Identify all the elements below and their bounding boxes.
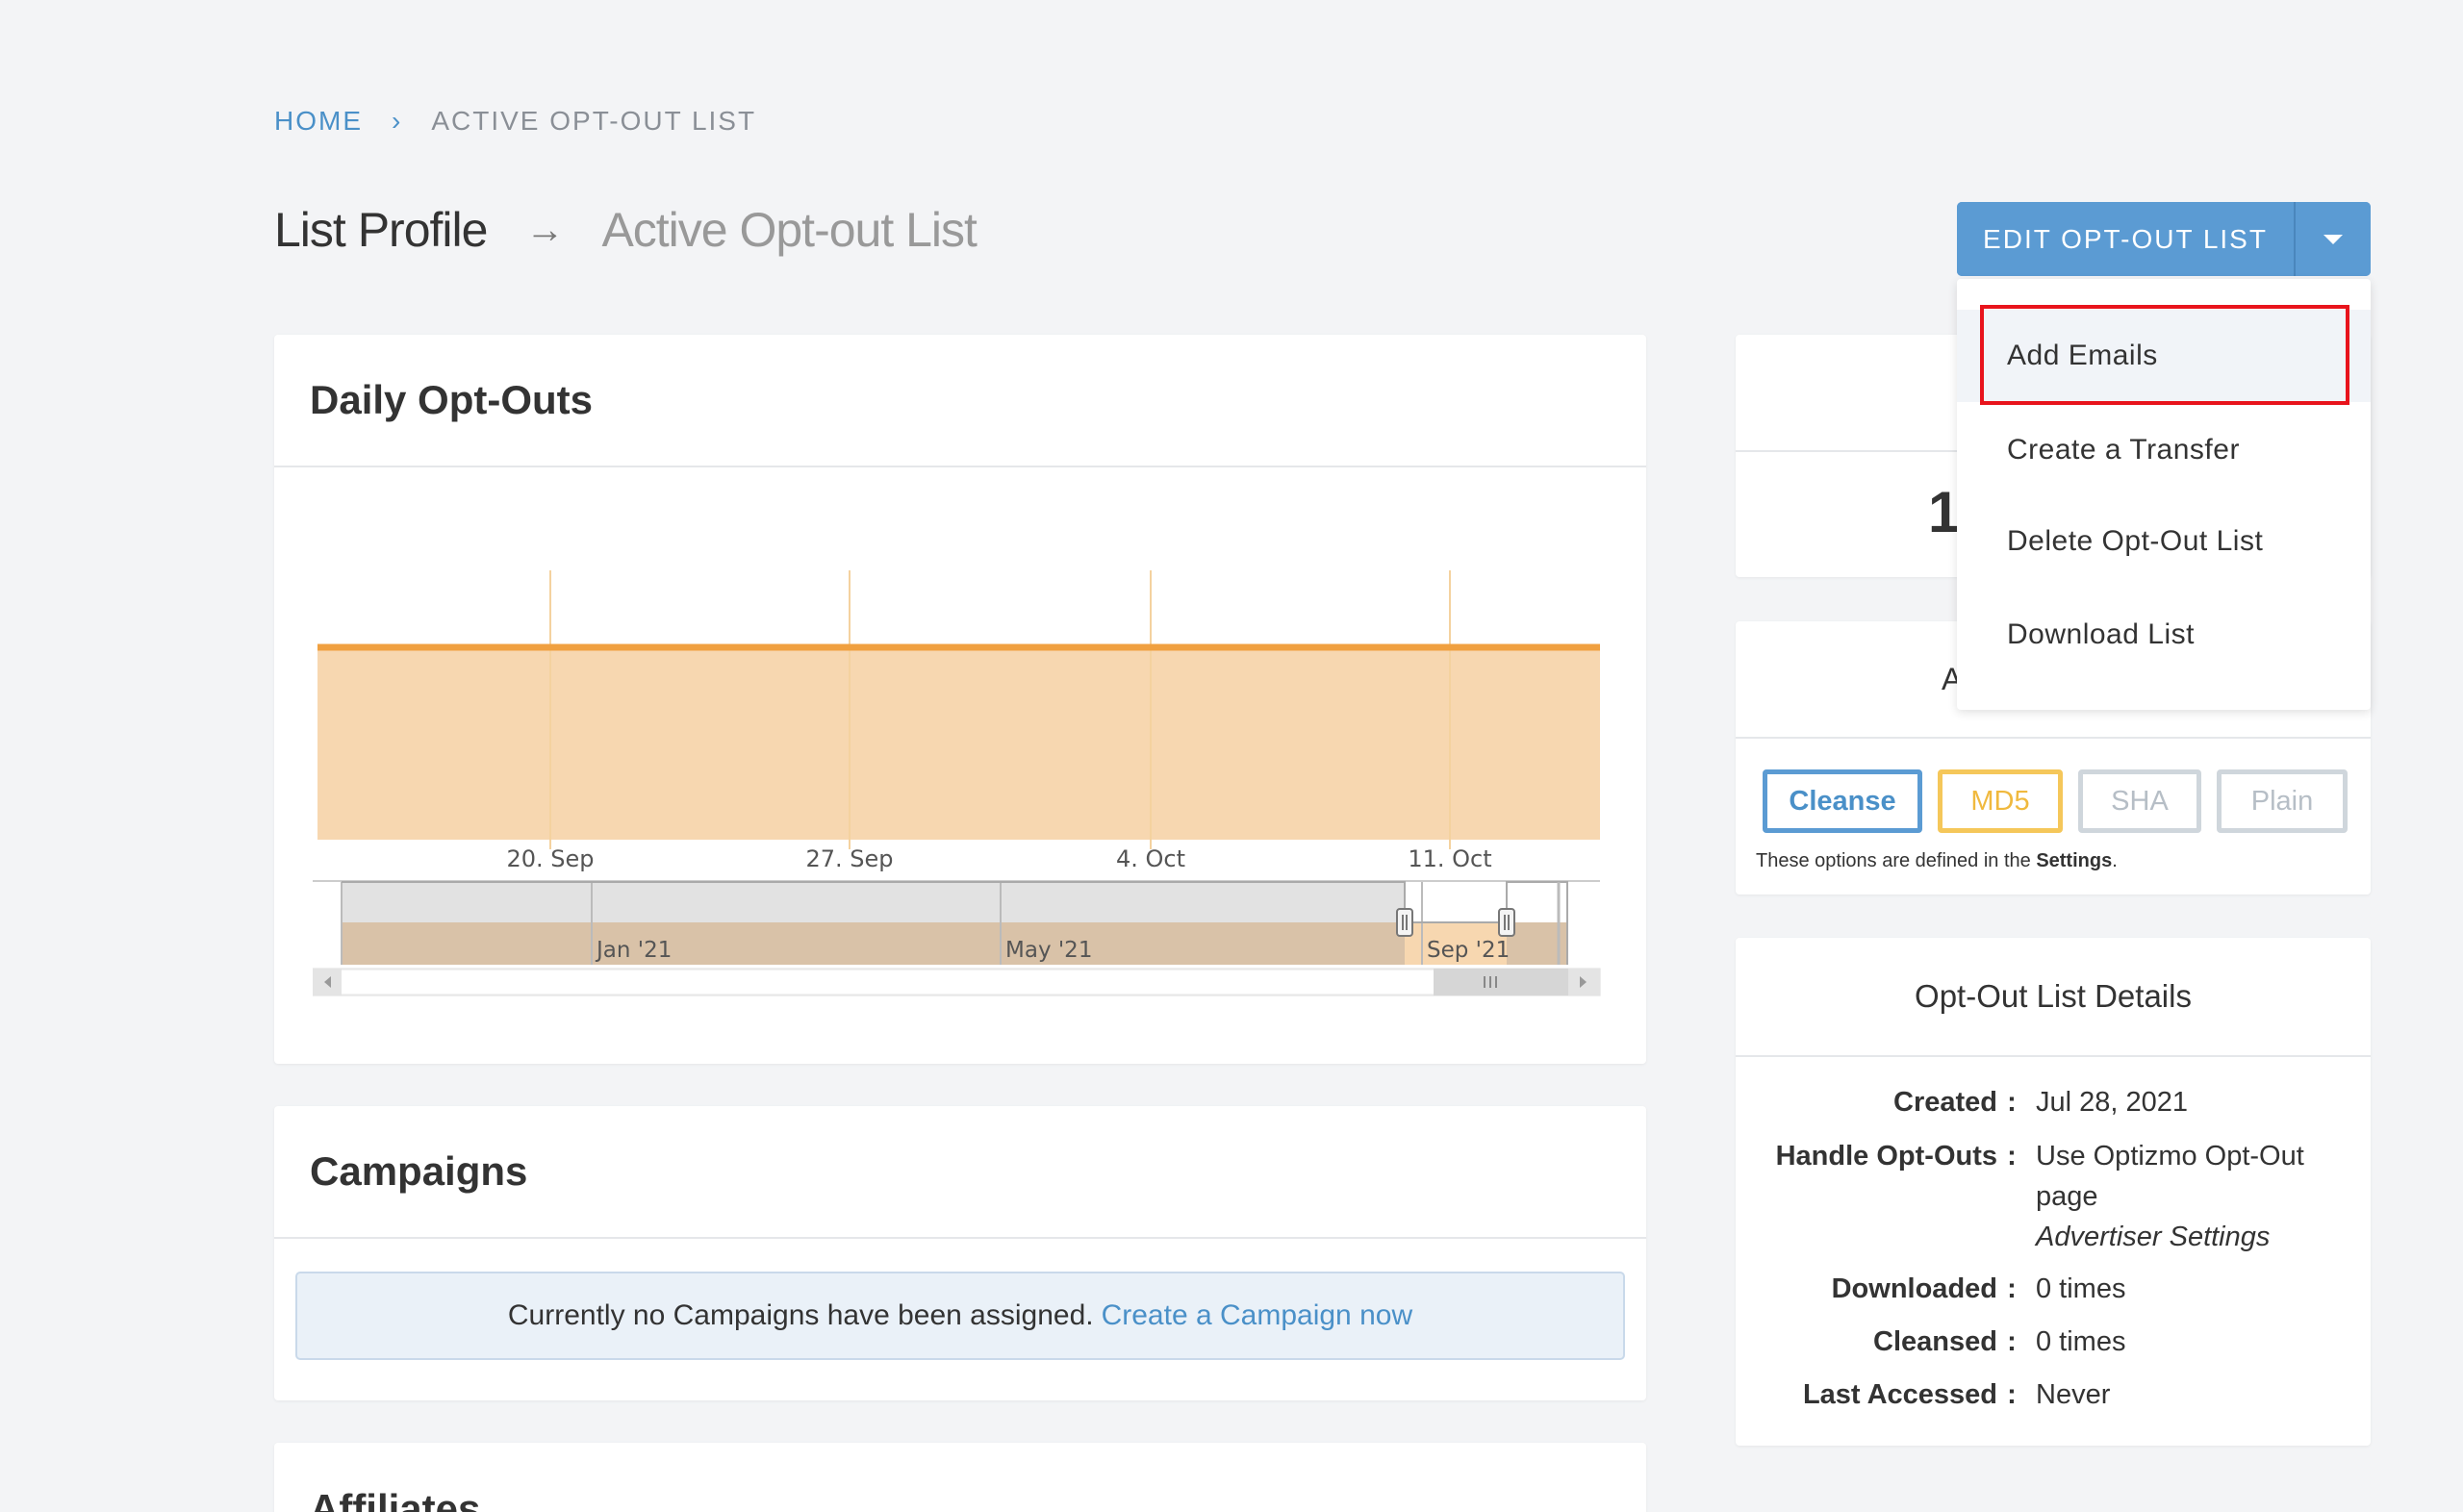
details-title: Opt-Out List Details xyxy=(1736,938,2371,1057)
menu-item-download-list[interactable]: Download List xyxy=(1957,589,2371,681)
edit-optout-list-button[interactable]: EDIT OPT-OUT LIST xyxy=(1957,202,2294,276)
menu-item-create-transfer[interactable]: Create a Transfer xyxy=(1957,404,2371,496)
handle-value-line2: page xyxy=(2036,1181,2098,1212)
navigator-right-handle[interactable] xyxy=(1498,908,1515,937)
breadcrumb-home[interactable]: HOME xyxy=(274,106,363,137)
settings-note: These options are defined in the Setting… xyxy=(1756,850,2118,872)
navigator-left-handle[interactable] xyxy=(1396,908,1413,937)
details-card: Opt-Out List Details Created : Jul 28, 2… xyxy=(1736,938,2371,1446)
affiliates-title: Affiliates xyxy=(310,1486,481,1512)
detail-value: Jul 28, 2021 xyxy=(2036,1087,2189,1118)
detail-row-handle: Handle Opt-Outs : Use Optizmo Opt-Out pa… xyxy=(1736,1136,2371,1257)
handle-value-line3: Advertiser Settings xyxy=(2036,1222,2271,1252)
caret-down-icon xyxy=(2323,234,2343,244)
x-tick-label: 11. Oct xyxy=(1408,845,1491,872)
navigator-label: May '21 xyxy=(1005,938,1092,963)
campaigns-title: Campaigns xyxy=(274,1106,1646,1239)
detail-label: Last Accessed xyxy=(1802,1379,1997,1410)
campaigns-card: Campaigns Currently no Campaigns have be… xyxy=(274,1106,1646,1400)
breadcrumb: HOME › ACTIVE OPT-OUT LIST xyxy=(274,106,756,137)
chart-navigator[interactable]: Jan '21 May '21 Sep '21 xyxy=(313,880,1601,996)
arrow-right-icon: → xyxy=(525,208,564,251)
detail-colon: : xyxy=(2007,1326,2017,1357)
affiliates-card: Affiliates xyxy=(274,1443,1646,1512)
chart-area-fill xyxy=(317,647,1600,840)
settings-note-end: . xyxy=(2112,850,2118,871)
settings-note-text: These options are defined in the xyxy=(1756,850,2037,871)
detail-label: Created xyxy=(1893,1087,1997,1118)
menu-item-delete-optout-list[interactable]: Delete Opt-Out List xyxy=(1957,495,2371,588)
page-title-sub: Active Opt-out List xyxy=(601,203,977,257)
edit-optout-list-button-group: EDIT OPT-OUT LIST xyxy=(1957,202,2371,276)
chevron-right-icon: › xyxy=(392,106,403,136)
detail-colon: : xyxy=(2007,1087,2017,1118)
detail-value: Use Optizmo Opt-Out page Advertiser Sett… xyxy=(2026,1136,2315,1257)
edit-dropdown-menu: Add Emails Create a Transfer Delete Opt-… xyxy=(1957,279,2371,710)
cleanse-button[interactable]: Cleanse xyxy=(1763,769,1922,833)
detail-label: Handle Opt-Outs xyxy=(1775,1141,1997,1172)
navigator-label: Jan '21 xyxy=(595,938,672,963)
daily-optouts-title: Daily Opt-Outs xyxy=(274,335,1646,467)
sha-button[interactable]: SHA xyxy=(2078,769,2201,833)
plain-button[interactable]: Plain xyxy=(2217,769,2348,833)
detail-label: Cleansed xyxy=(1873,1326,1997,1357)
campaigns-empty-alert: Currently no Campaigns have been assigne… xyxy=(295,1272,1625,1360)
detail-label: Downloaded xyxy=(1831,1273,1997,1304)
md5-button[interactable]: MD5 xyxy=(1938,769,2063,833)
detail-value: 0 times xyxy=(2036,1326,2126,1357)
detail-colon: : xyxy=(2007,1141,2017,1172)
page-title-main: List Profile xyxy=(274,203,488,257)
daily-optouts-card: Daily Opt-Outs 20. Sep 27. Sep 4. Oct 11. O… xyxy=(274,335,1646,1064)
edit-dropdown-toggle[interactable] xyxy=(2294,202,2371,276)
detail-row-cleansed: Cleansed : 0 times xyxy=(1736,1322,2371,1362)
settings-link[interactable]: Settings xyxy=(2036,850,2112,871)
page-title: List Profile → Active Opt-out List xyxy=(274,202,978,258)
detail-row-last-accessed: Last Accessed : Never xyxy=(1736,1374,2371,1415)
scrollbar-thumb[interactable] xyxy=(1434,969,1568,995)
stats-value: 1 xyxy=(1928,480,1961,544)
x-tick-label: 27. Sep xyxy=(805,845,893,872)
x-tick-label: 20. Sep xyxy=(506,845,594,872)
campaigns-note-text: Currently no Campaigns have been assigne… xyxy=(507,1299,1094,1331)
detail-value: Never xyxy=(2036,1379,2111,1410)
detail-row-created: Created : Jul 28, 2021 xyxy=(1736,1082,2371,1122)
detail-row-downloaded: Downloaded : 0 times xyxy=(1736,1269,2371,1309)
create-campaign-link[interactable]: Create a Campaign now xyxy=(1102,1299,1413,1332)
detail-colon: : xyxy=(2007,1379,2017,1410)
highlight-box xyxy=(1980,305,2349,405)
format-buttons: Cleanse MD5 SHA Plain xyxy=(1763,769,2348,833)
detail-colon: : xyxy=(2007,1273,2017,1304)
detail-value: 0 times xyxy=(2036,1273,2126,1304)
handle-value-line1: Use Optizmo Opt-Out xyxy=(2036,1141,2304,1172)
breadcrumb-current: ACTIVE OPT-OUT LIST xyxy=(431,106,757,136)
x-tick-label: 4. Oct xyxy=(1116,845,1185,872)
daily-optouts-chart: 20. Sep 27. Sep 4. Oct 11. Oct Jan '21 May … xyxy=(313,570,1601,996)
navigator-label: Sep '21 xyxy=(1427,938,1510,963)
